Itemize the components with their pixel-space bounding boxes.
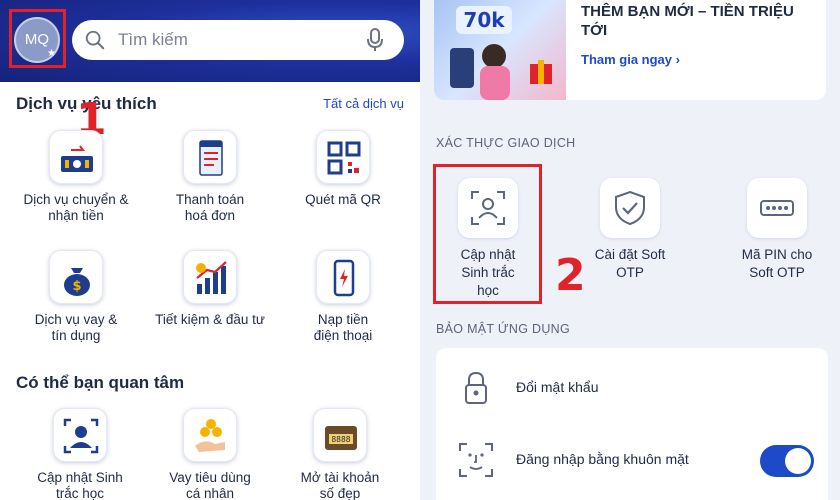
lock-icon [465, 371, 487, 404]
search-input[interactable]: Tìm kiếm [118, 30, 188, 50]
face-login-toggle[interactable] [760, 445, 814, 477]
home-screen: MQ ★ Tìm kiếm Dịch vụ yêu thích Tất cả d… [0, 0, 420, 500]
savings-chart-icon [183, 250, 237, 304]
toggle-knob [785, 448, 811, 474]
face-login-row[interactable]: Đăng nhập bằng khuôn mặt [436, 430, 828, 490]
see-all-services-link[interactable]: Tất cả dịch vụ [323, 96, 404, 111]
service-label: Mở tài khoản [300, 470, 380, 485]
service-label: hoá đơn [184, 208, 236, 223]
coins-hand-icon [183, 408, 237, 462]
auth-soft-otp-setup[interactable]: Cài đặt Soft OTP [580, 178, 680, 282]
qr-code-icon [316, 130, 370, 184]
promo-image: 70k [434, 0, 566, 100]
search-bar[interactable]: Tìm kiếm [72, 20, 404, 60]
money-transfer-icon [49, 130, 103, 184]
microphone-icon[interactable] [366, 28, 384, 52]
promo-badge: 70k [463, 8, 505, 32]
auth-section-caption: XÁC THỰC GIAO DỊCH [436, 136, 576, 150]
face-id-icon [459, 443, 493, 477]
chevron-right-icon: › [675, 52, 680, 67]
service-loan-credit[interactable]: $ Dịch vụ vay & tín dụng [11, 250, 141, 344]
service-scan-qr[interactable]: Quét mã QR [278, 130, 408, 208]
promo-link-label: Tham gia ngay [581, 52, 673, 67]
auth-label: Mã PIN cho [741, 247, 813, 262]
service-label: cá nhân [185, 486, 235, 500]
interest-title: Có thể bạn quan tâm [16, 373, 185, 392]
service-bill-payment[interactable]: Thanh toán hoá đơn [145, 130, 275, 224]
service-label: số đẹp [319, 486, 361, 500]
svg-text:$: $ [72, 279, 81, 294]
service-label: Quét mã QR [305, 192, 381, 207]
settings-screen: 70k THÊM BẠN MỚI – TIỀN TRIỆU TỚI Tham g… [420, 0, 840, 500]
service-label: Thanh toán [175, 192, 245, 207]
service-label: Dịch vụ vay & [34, 312, 118, 327]
face-login-label: Đăng nhập bằng khuôn mặt [516, 451, 689, 467]
shield-check-icon [600, 178, 660, 238]
loan-bag-icon: $ [49, 250, 103, 304]
interest-consumer-loan[interactable]: Vay tiêu dùng cá nhân [145, 408, 275, 500]
auth-soft-otp-pin[interactable]: Mã PIN cho Soft OTP [727, 178, 827, 282]
promo-banner[interactable]: 70k THÊM BẠN MỚI – TIỀN TRIỆU TỚI Tham g… [434, 0, 826, 100]
change-password-label: Đổi mật khẩu [516, 379, 599, 395]
service-phone-topup[interactable]: Nạp tiền điện thoại [278, 250, 408, 344]
security-card: Đổi mật khẩu Đăng nhập bằng khuôn mặt [436, 348, 828, 500]
phone-topup-icon [316, 250, 370, 304]
service-label: Vay tiêu dùng [169, 470, 251, 485]
bill-icon [183, 130, 237, 184]
change-password-row[interactable]: Đổi mật khẩu [436, 358, 828, 418]
service-label: Dịch vụ chuyển & [23, 192, 129, 207]
security-section-caption: BẢO MẬT ỨNG DỤNG [436, 322, 571, 336]
service-label: nhận tiền [48, 208, 104, 223]
screenshot-root: MQ ★ Tìm kiếm Dịch vụ yêu thích Tất cả d… [0, 0, 840, 500]
service-money-transfer[interactable]: Dịch vụ chuyển & nhận tiền [11, 130, 141, 224]
interest-open-account[interactable]: 8888 Mở tài khoản số đẹp [275, 408, 405, 500]
annotation-box-1 [9, 9, 66, 68]
service-label: Nạp tiền [317, 312, 369, 327]
auth-label: OTP [616, 265, 644, 280]
auth-label: Cài đặt Soft [594, 247, 666, 262]
biometric-user-icon [53, 408, 107, 462]
auth-label: Soft OTP [749, 265, 805, 280]
svg-text:8888: 8888 [331, 435, 350, 444]
service-label: trắc học [55, 486, 105, 500]
service-label: tín dụng [51, 328, 101, 343]
promo-join-link[interactable]: Tham gia ngay › [581, 52, 680, 67]
service-label: Cập nhật Sinh [37, 470, 123, 485]
pin-code-icon [747, 178, 807, 238]
promo-title: THÊM BẠN MỚI – TIỀN TRIỆU TỚI [581, 3, 794, 39]
service-label: điện thoại [313, 328, 373, 343]
wallet-number-icon: 8888 [313, 408, 367, 462]
service-label: Tiết kiệm & đầu tư [155, 312, 265, 327]
service-savings-invest[interactable]: Tiết kiệm & đầu tư [145, 250, 275, 328]
annotation-box-2 [433, 164, 542, 304]
promo-illustration: 70k [450, 6, 552, 100]
interest-biometric-update[interactable]: Cập nhật Sinh trắc học [15, 408, 145, 500]
search-icon [85, 30, 105, 50]
